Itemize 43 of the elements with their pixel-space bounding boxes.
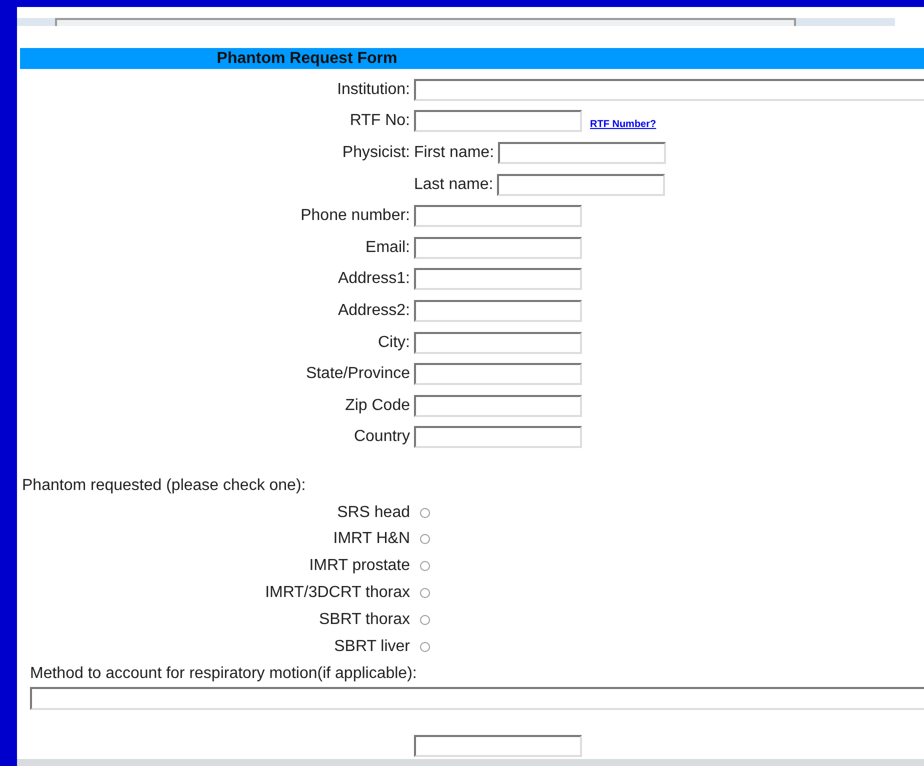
field-label: Email: xyxy=(366,238,410,256)
option-label: IMRT prostate xyxy=(309,557,410,574)
field-label: First name: xyxy=(414,144,494,162)
input-field[interactable] xyxy=(414,426,582,448)
field-label: Last name: xyxy=(414,176,494,194)
input-field[interactable] xyxy=(414,394,582,417)
input-field[interactable] xyxy=(414,268,582,290)
field-label: State/Province xyxy=(306,365,410,382)
field-label: Address2: xyxy=(338,302,410,319)
input-field[interactable] xyxy=(414,236,582,259)
radio-button[interactable] xyxy=(420,588,430,598)
input-field[interactable] xyxy=(414,332,582,354)
radio-button[interactable] xyxy=(420,534,430,544)
field-label: Institution: xyxy=(337,80,410,98)
option-label: SBRT thorax xyxy=(318,610,410,628)
input-field[interactable] xyxy=(414,205,582,228)
input-field[interactable] xyxy=(414,734,582,757)
field-label: Address1: xyxy=(338,270,410,288)
field-label: Physicist: xyxy=(342,144,410,161)
input-field[interactable] xyxy=(414,300,582,322)
field-label: City: xyxy=(378,334,410,351)
option-label: SRS head xyxy=(337,504,410,521)
radio-button[interactable] xyxy=(420,508,430,518)
input-field[interactable] xyxy=(414,78,924,101)
input-field[interactable] xyxy=(498,142,666,164)
field-label: RTF No: xyxy=(350,112,410,130)
help-link[interactable]: RTF Number? xyxy=(590,118,656,130)
radio-button[interactable] xyxy=(420,614,430,625)
option-label: IMRT H&N xyxy=(333,530,410,548)
question-label: Phantom requested (please check one): xyxy=(22,476,307,496)
input-field[interactable] xyxy=(414,363,582,386)
option-label: SBRT liver xyxy=(334,638,410,654)
input-field[interactable] xyxy=(414,110,582,132)
input-field[interactable] xyxy=(30,686,924,710)
field-label: Country xyxy=(354,428,410,446)
radio-button[interactable] xyxy=(420,561,430,572)
form-title: Phantom Request Form xyxy=(20,48,924,69)
input-field[interactable] xyxy=(497,174,666,196)
field-label: Method to account for respiratory motion(if applicable): xyxy=(30,664,418,684)
field-label: Phone number: xyxy=(300,207,410,224)
field-label: Zip Code xyxy=(345,396,410,414)
radio-button[interactable] xyxy=(420,642,430,652)
option-label: IMRT/3DCRT thorax xyxy=(265,584,410,601)
